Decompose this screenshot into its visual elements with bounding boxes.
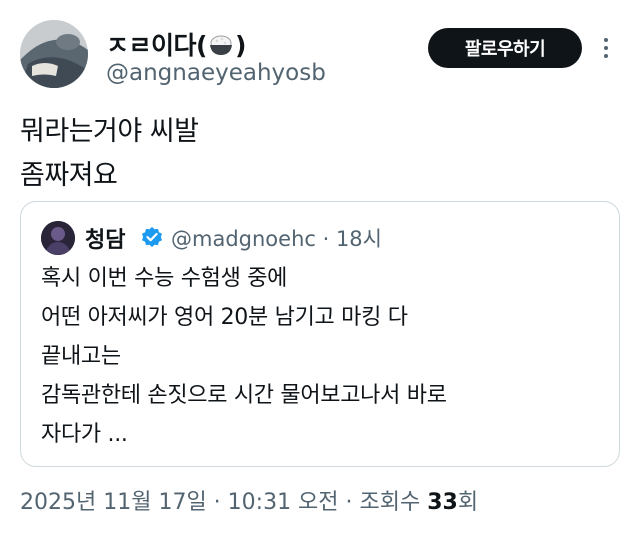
quoted-avatar-photo [41, 221, 75, 255]
quoted-line: 혹시 이번 수능 수험생 중에 [41, 266, 288, 291]
tweet-meta: 2025년 11월 17일 · 10:31 오전 · 조회수 33회 [20, 484, 478, 516]
quoted-text: 혹시 이번 수능 수험생 중에 어떤 아저씨가 영어 20분 남기고 마킹 다 … [41, 259, 447, 454]
verified-badge-icon [141, 226, 163, 248]
display-name-text: ㅈㄹ이다( [106, 31, 207, 60]
quoted-line: 어떤 아저씨가 영어 20분 남기고 마킹 다 [41, 305, 408, 330]
quoted-author-avatar[interactable] [41, 221, 75, 255]
quoted-meta: @madgnoehc · 18시 [171, 223, 382, 253]
author-avatar[interactable] [20, 20, 88, 88]
more-dot [604, 38, 608, 42]
quoted-tweet-card[interactable]: 청담 @madgnoehc · 18시 혹시 이번 수능 수험생 중에 어떤 아… [20, 201, 620, 467]
author-display-name[interactable]: ㅈㄹ이다() [106, 26, 246, 63]
tweet-text: 뭐라는거야 씨발 좀짜져요 [20, 110, 199, 198]
tweet-line: 뭐라는거야 씨발 [20, 116, 199, 147]
tweet-timestamp[interactable]: 2025년 11월 17일 · 10:31 오전 · 조회수 [20, 490, 427, 515]
view-count-suffix: 회 [457, 490, 479, 515]
avatar-photo [20, 20, 88, 88]
more-options-icon[interactable] [596, 34, 616, 62]
follow-button[interactable]: 팔로우하기 [428, 28, 582, 68]
rice-bowl-emoji-icon [208, 33, 234, 63]
more-dot [604, 46, 608, 50]
author-handle[interactable]: @angnaeyeahyosb [106, 60, 326, 86]
tweet-line: 좀짜져요 [20, 160, 118, 191]
quoted-time: · 18시 [315, 227, 382, 251]
quoted-line: 자다가 ... [41, 422, 128, 447]
quoted-handle[interactable]: @madgnoehc [171, 227, 316, 251]
quoted-line: 감독관한테 손짓으로 시간 물어보고나서 바로 [41, 383, 447, 408]
view-count: 33 [427, 490, 458, 515]
quoted-line: 끝내고는 [41, 344, 121, 369]
quoted-author-name[interactable]: 청담 [85, 222, 125, 254]
display-name-end: ) [234, 31, 246, 60]
more-dot [604, 54, 608, 58]
